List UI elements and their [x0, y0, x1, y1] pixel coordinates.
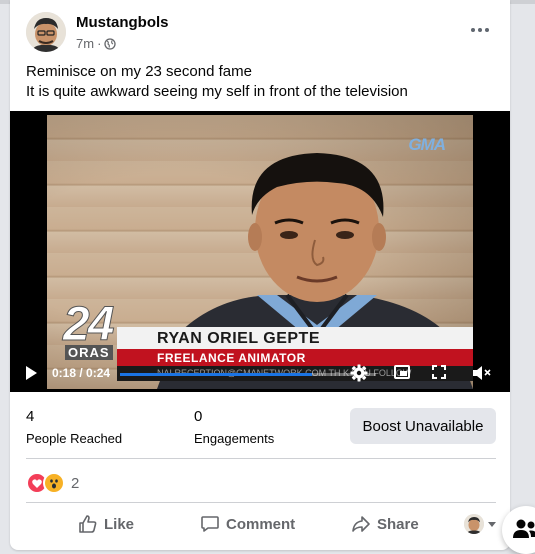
picture-in-picture-icon[interactable] — [394, 365, 410, 379]
people-reached-label: People Reached — [26, 431, 123, 446]
chevron-down-icon — [488, 521, 496, 527]
author-name[interactable]: Mustangbols — [76, 14, 169, 31]
more-dot-icon — [478, 28, 482, 32]
settings-gear-icon[interactable] — [350, 364, 368, 382]
share-icon — [352, 516, 370, 532]
video-player[interactable]: GMA RYAN ORIEL GEPTE FREELANCE ANIMATOR … — [10, 111, 510, 392]
play-icon[interactable] — [26, 366, 37, 380]
post-meta: 7m · — [76, 36, 117, 51]
boost-button[interactable]: Boost Unavailable — [350, 408, 496, 444]
share-label: Share — [377, 515, 419, 533]
video-time: 0:18 / 0:24 — [52, 366, 111, 380]
more-dot-icon — [485, 28, 489, 32]
like-button[interactable]: Like — [78, 508, 134, 540]
reaction-count: 2 — [71, 474, 80, 492]
post-header: Mustangbols 7m · — [26, 12, 496, 54]
post-text-line: Reminisce on my 23 second fame — [26, 63, 252, 80]
engagements-stat[interactable]: 0 Engagements — [194, 408, 274, 446]
post-time[interactable]: 7m — [76, 36, 94, 51]
progress-bar[interactable] — [120, 373, 376, 376]
more-dot-icon — [471, 28, 475, 32]
broadcaster-logo: GMA — [408, 135, 446, 154]
video-frame: GMA RYAN ORIEL GEPTE FREELANCE ANIMATOR … — [47, 115, 473, 389]
people-icon — [513, 519, 535, 538]
volume-icon[interactable] — [472, 365, 492, 381]
account-avatar — [464, 514, 484, 534]
comment-label: Comment — [226, 515, 296, 533]
show-logo-number: 24 — [62, 298, 114, 352]
lower-third-name: RYAN ORIEL GEPTE — [117, 327, 473, 349]
people-reached-value: 4 — [26, 408, 35, 425]
show-logo: 24 ORAS — [59, 298, 129, 363]
post-insights: 4 People Reached 0 Engagements Boost Una… — [26, 408, 496, 448]
divider — [26, 458, 496, 459]
globe-icon — [104, 37, 117, 50]
comment-icon — [201, 516, 219, 532]
wow-icon — [43, 472, 65, 494]
reaction-summary[interactable]: 2 — [26, 472, 79, 494]
meta-separator: · — [97, 36, 102, 51]
progress-fill — [120, 373, 312, 376]
people-reached-stat[interactable]: 4 People Reached — [26, 408, 122, 446]
post-actions: Like Comment Share — [26, 508, 496, 540]
divider — [26, 502, 496, 503]
post-text: Reminisce on my 23 second fame It is qui… — [26, 62, 496, 102]
engagements-value: 0 — [194, 408, 203, 425]
account-switcher[interactable] — [464, 514, 496, 534]
comment-button[interactable]: Comment — [200, 508, 295, 540]
more-options-button[interactable] — [464, 16, 496, 44]
post-text-line: It is quite awkward seeing my self in fr… — [26, 83, 408, 100]
author-avatar[interactable] — [26, 12, 66, 52]
like-label: Like — [104, 515, 135, 533]
thumbs-up-icon — [79, 515, 97, 533]
engagements-label: Engagements — [194, 431, 275, 446]
post-card: Mustangbols 7m · Reminisce on my 23 seco… — [10, 0, 510, 550]
fullscreen-icon[interactable] — [432, 365, 446, 379]
share-button[interactable]: Share — [351, 508, 419, 540]
video-controls: 0:18 / 0:24 — [10, 356, 510, 392]
